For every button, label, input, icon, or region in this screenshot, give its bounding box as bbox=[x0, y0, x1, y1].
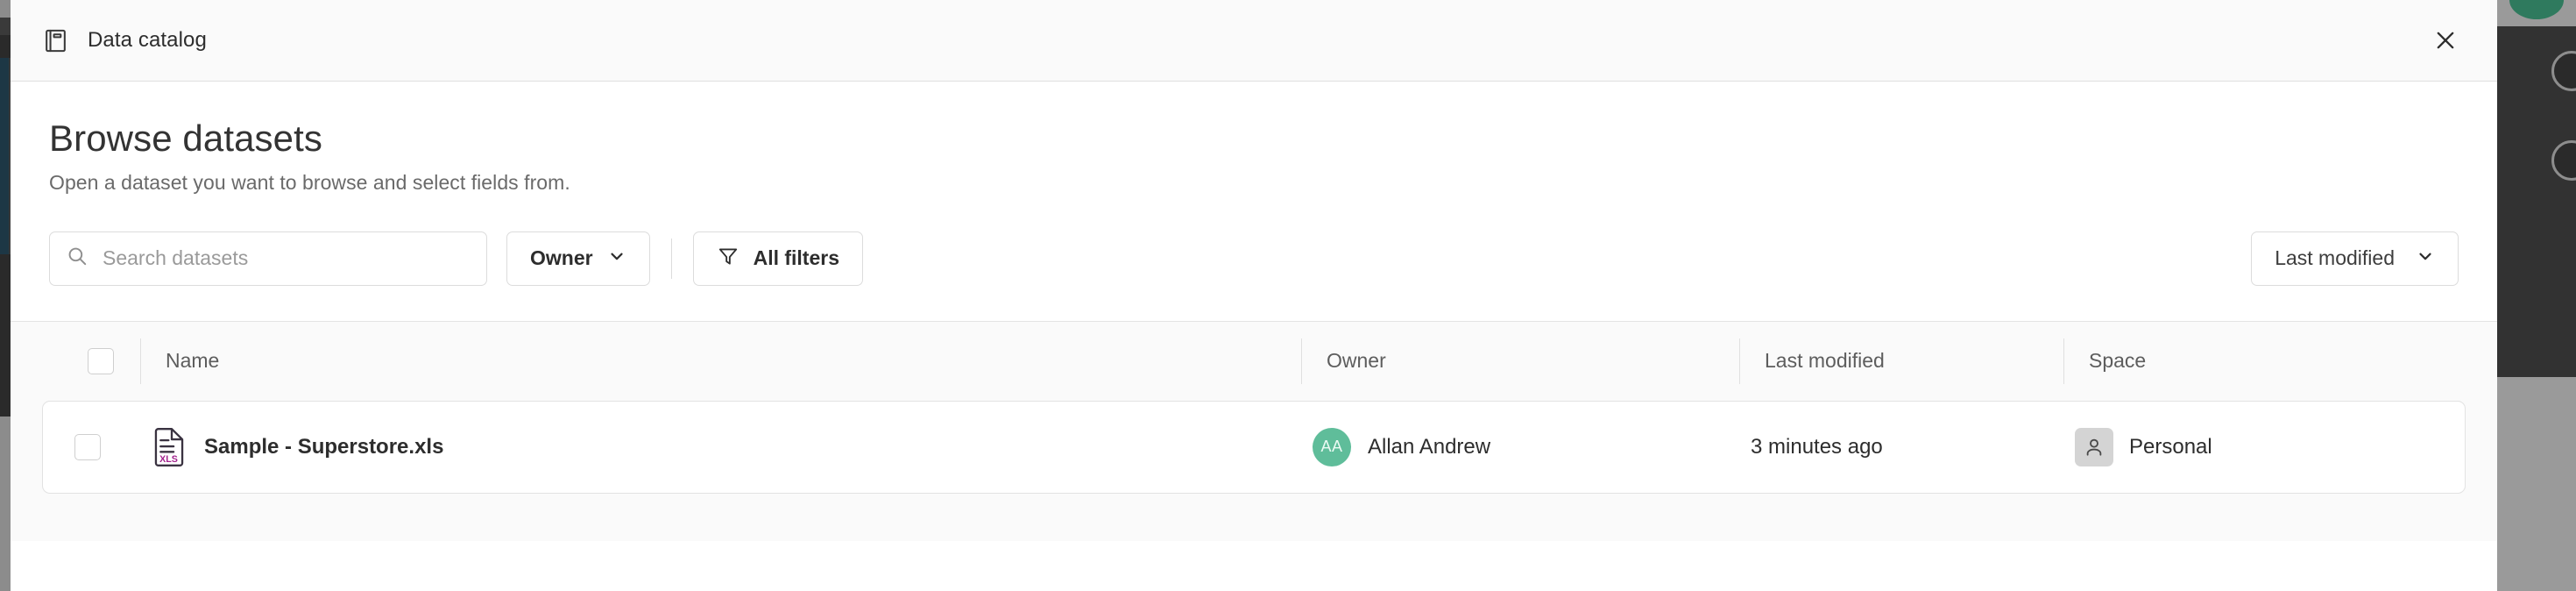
page-subtitle: Open a dataset you want to browse and se… bbox=[49, 170, 570, 194]
space-label: Personal bbox=[2129, 434, 2212, 459]
data-catalog-modal: Data catalog Browse datasets Open a data… bbox=[11, 0, 2497, 591]
row-select-checkbox[interactable] bbox=[74, 433, 101, 460]
modal-titlebar: Data catalog bbox=[11, 0, 2497, 82]
cell-dataset-name: XLS Sample - Superstore.xls bbox=[127, 427, 1288, 466]
table-row[interactable]: XLS Sample - Superstore.xls AA Allan And… bbox=[42, 400, 2466, 494]
left-rail-segment-b bbox=[0, 35, 11, 58]
table-header-row: Name Owner Last modified Space bbox=[11, 321, 2497, 401]
background-app-green-badge bbox=[2509, 0, 2564, 19]
datasets-table: Name Owner Last modified Space XLS Sampl… bbox=[11, 320, 2497, 541]
person-icon bbox=[2075, 427, 2113, 466]
column-header-space[interactable]: Space bbox=[2063, 338, 2396, 384]
all-filters-label: All filters bbox=[753, 246, 839, 270]
modal-body: Browse datasets Open a dataset you want … bbox=[11, 82, 2497, 541]
column-header-last-modified[interactable]: Last modified bbox=[1739, 338, 2063, 384]
modal-title: Data catalog bbox=[88, 28, 207, 52]
xls-file-icon: XLS bbox=[152, 427, 187, 466]
owner-filter-button[interactable]: Owner bbox=[506, 231, 650, 286]
filters-toolbar: Search datasets Owner All filters Last m… bbox=[11, 195, 2497, 286]
search-input-placeholder: Search datasets bbox=[103, 246, 249, 270]
background-app-right-panel bbox=[2497, 0, 2576, 591]
left-rail-segment-a bbox=[0, 0, 11, 18]
owner-filter-label: Owner bbox=[530, 246, 593, 270]
sort-dropdown-label: Last modified bbox=[2275, 246, 2395, 270]
screen-root: Data catalog Browse datasets Open a data… bbox=[0, 0, 2576, 591]
left-rail-segment-c bbox=[0, 58, 9, 254]
sort-dropdown-button[interactable]: Last modified bbox=[2251, 231, 2459, 286]
table-footer-spacer bbox=[11, 493, 2497, 541]
column-header-owner[interactable]: Owner bbox=[1301, 338, 1739, 384]
chevron-down-icon bbox=[2416, 246, 2435, 271]
cell-space: Personal bbox=[2050, 427, 2383, 466]
avatar: AA bbox=[1313, 427, 1351, 466]
cell-owner: AA Allan Andrew bbox=[1288, 427, 1726, 466]
column-header-name[interactable]: Name bbox=[140, 338, 1301, 384]
left-rail-segment-d bbox=[0, 254, 11, 417]
dataset-name-label: Sample - Superstore.xls bbox=[204, 434, 444, 459]
svg-text:XLS: XLS bbox=[159, 453, 178, 464]
page-title: Browse datasets bbox=[49, 117, 322, 159]
chevron-down-icon bbox=[607, 246, 626, 271]
close-icon[interactable] bbox=[2425, 20, 2466, 61]
select-all-checkbox[interactable] bbox=[88, 347, 114, 374]
owner-name-label: Allan Andrew bbox=[1368, 434, 1491, 459]
toolbar-divider bbox=[670, 238, 672, 279]
book-catalog-icon bbox=[42, 27, 69, 54]
cell-last-modified: 3 minutes ago bbox=[1751, 434, 1883, 459]
titlebar-identity: Data catalog bbox=[42, 27, 207, 54]
search-datasets-field[interactable]: Search datasets bbox=[49, 231, 487, 286]
page-heading-block: Browse datasets Open a dataset you want … bbox=[11, 82, 2497, 195]
left-rail-segment-e bbox=[0, 417, 11, 591]
background-app-left-rail bbox=[0, 0, 11, 591]
all-filters-button[interactable]: All filters bbox=[692, 231, 863, 286]
funnel-icon bbox=[717, 245, 740, 273]
search-icon bbox=[66, 245, 88, 272]
